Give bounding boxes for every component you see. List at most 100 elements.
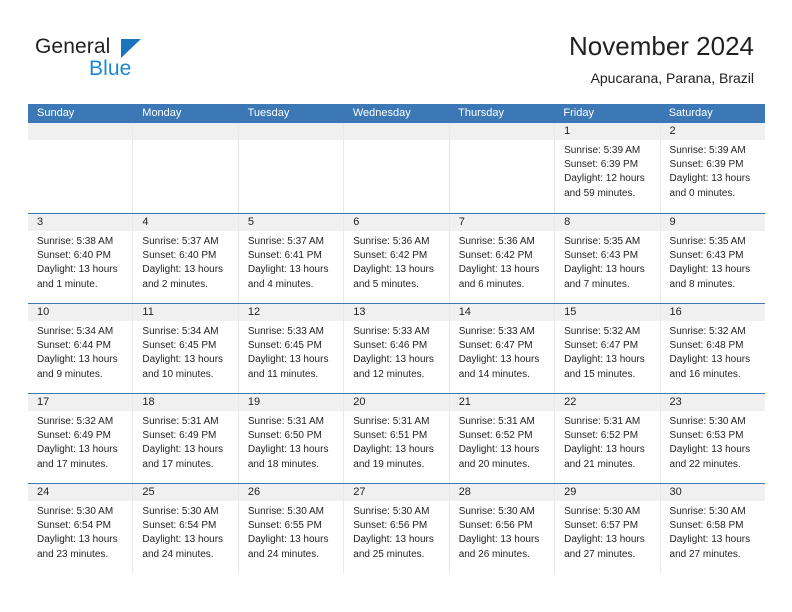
calendar-day-cell[interactable]: 29 Sunrise: 5:30 AM Sunset: 6:57 PM Dayligh… [555, 484, 661, 573]
sunset-text: Sunset: 6:43 PM [669, 250, 744, 262]
day-sun-info: Sunrise: 5:30 AM Sunset: 6:54 PM Daylight:… [28, 501, 132, 562]
daylight-text: Daylight: 13 hours and 9 minutes. [37, 354, 118, 380]
calendar-week-row: 1 Sunrise: 5:39 AM Sunset: 6:39 PM Daylight… [28, 123, 765, 213]
day-number: 16 [660, 304, 765, 321]
calendar-day-cell[interactable]: 23 Sunrise: 5:30 AM Sunset: 6:53 PM Dayligh… [660, 394, 765, 483]
calendar-day-cell[interactable]: 14 Sunrise: 5:33 AM Sunset: 6:47 PM Dayligh… [449, 304, 556, 393]
daylight-text: Daylight: 13 hours and 24 minutes. [247, 534, 329, 560]
sunrise-text: Sunrise: 5:30 AM [353, 506, 430, 517]
day-number: 4 [133, 214, 238, 231]
day-sun-info: Sunrise: 5:35 AM Sunset: 6:43 PM Daylight:… [555, 231, 659, 292]
daylight-text: Daylight: 13 hours and 26 minutes. [458, 534, 540, 560]
daylight-text: Daylight: 13 hours and 5 minutes. [353, 264, 434, 290]
calendar-day-cell[interactable]: 5 Sunrise: 5:37 AM Sunset: 6:41 PM Daylight… [238, 214, 345, 303]
day-sun-info: Sunrise: 5:30 AM Sunset: 6:53 PM Daylight:… [661, 411, 765, 472]
day-sun-info: Sunrise: 5:34 AM Sunset: 6:44 PM Daylight:… [28, 321, 132, 382]
sunrise-text: Sunrise: 5:30 AM [669, 506, 746, 517]
day-number: 3 [28, 214, 133, 231]
title-block: November 2024 Apucarana, Parana, Brazil [569, 30, 754, 88]
calendar-day-cell[interactable]: 16 Sunrise: 5:32 AM Sunset: 6:48 PM Dayligh… [660, 304, 765, 393]
sunset-text: Sunset: 6:54 PM [37, 520, 111, 532]
day-sun-info: Sunrise: 5:30 AM Sunset: 6:56 PM Daylight:… [344, 501, 448, 562]
day-number [133, 123, 238, 140]
calendar-day-cell[interactable]: 25 Sunrise: 5:30 AM Sunset: 6:54 PM Dayligh… [133, 484, 239, 573]
sunset-text: Sunset: 6:58 PM [669, 520, 744, 532]
calendar-grid: Sunday Monday Tuesday Wednesday Thursday Frid… [28, 104, 765, 573]
day-sun-info: Sunrise: 5:32 AM Sunset: 6:47 PM Daylight:… [555, 321, 659, 382]
day-sun-info: Sunrise: 5:32 AM Sunset: 6:48 PM Daylight:… [661, 321, 765, 382]
daylight-text: Daylight: 13 hours and 23 minutes. [37, 534, 118, 560]
day-number: 2 [660, 123, 765, 140]
daylight-text: Daylight: 13 hours and 6 minutes. [458, 264, 540, 290]
calendar-weeks: 1 Sunrise: 5:39 AM Sunset: 6:39 PM Daylight… [28, 123, 765, 573]
sunrise-text: Sunrise: 5:34 AM [37, 326, 114, 337]
calendar-day-cell[interactable]: 27 Sunrise: 5:30 AM Sunset: 6:56 PM Dayligh… [344, 484, 450, 573]
calendar-week-row: 24 Sunrise: 5:30 AM Sunset: 6:54 PM Dayligh… [28, 483, 765, 573]
sunrise-text: Sunrise: 5:33 AM [458, 326, 535, 337]
calendar-day-cell[interactable]: 10 Sunrise: 5:34 AM Sunset: 6:44 PM Dayligh… [28, 304, 134, 393]
calendar-day-cell[interactable]: 8 Sunrise: 5:35 AM Sunset: 6:43 PM Daylight… [555, 214, 661, 303]
calendar-day-cell[interactable]: 13 Sunrise: 5:33 AM Sunset: 6:46 PM Dayligh… [344, 304, 450, 393]
sunset-text: Sunset: 6:39 PM [564, 159, 639, 171]
calendar-day-cell[interactable]: 11 Sunrise: 5:34 AM Sunset: 6:45 PM Dayligh… [133, 304, 239, 393]
page-subtitle: Apucarana, Parana, Brazil [590, 70, 754, 86]
sunset-text: Sunset: 6:40 PM [37, 250, 111, 262]
daylight-text: Daylight: 13 hours and 2 minutes. [142, 264, 224, 290]
weekday-header-sunday: Sunday [37, 107, 75, 119]
calendar-day-cell[interactable]: 24 Sunrise: 5:30 AM Sunset: 6:54 PM Dayligh… [28, 484, 134, 573]
day-number: 26 [238, 484, 344, 501]
sunrise-text: Sunrise: 5:30 AM [669, 416, 746, 427]
sunrise-text: Sunrise: 5:31 AM [353, 416, 430, 427]
day-number [238, 123, 344, 140]
sunset-text: Sunset: 6:52 PM [564, 430, 639, 442]
calendar-day-cell[interactable]: 9 Sunrise: 5:35 AM Sunset: 6:43 PM Daylight… [660, 214, 765, 303]
calendar-day-cell[interactable]: 19 Sunrise: 5:31 AM Sunset: 6:50 PM Dayligh… [238, 394, 345, 483]
day-sun-info: Sunrise: 5:31 AM Sunset: 6:52 PM Daylight:… [450, 411, 554, 472]
sunset-text: Sunset: 6:56 PM [353, 520, 428, 532]
calendar-day-cell[interactable]: 20 Sunrise: 5:31 AM Sunset: 6:51 PM Dayligh… [344, 394, 450, 483]
day-number: 21 [449, 394, 555, 411]
calendar-day-cell[interactable]: 3 Sunrise: 5:38 AM Sunset: 6:40 PM Daylight… [28, 214, 134, 303]
sunrise-text: Sunrise: 5:39 AM [669, 145, 746, 156]
calendar-day-cell[interactable]: 17 Sunrise: 5:32 AM Sunset: 6:49 PM Dayligh… [28, 394, 134, 483]
day-sun-info: Sunrise: 5:30 AM Sunset: 6:56 PM Daylight:… [450, 501, 554, 562]
calendar-day-cell[interactable]: 28 Sunrise: 5:30 AM Sunset: 6:56 PM Dayligh… [449, 484, 556, 573]
day-number: 7 [449, 214, 555, 231]
day-sun-info: Sunrise: 5:33 AM Sunset: 6:46 PM Daylight:… [344, 321, 448, 382]
brand-logo[interactable]: General Blue [35, 36, 255, 86]
calendar-day-cell[interactable]: 26 Sunrise: 5:30 AM Sunset: 6:55 PM Dayligh… [238, 484, 345, 573]
daylight-text: Daylight: 13 hours and 27 minutes. [669, 534, 751, 560]
sunset-text: Sunset: 6:57 PM [564, 520, 639, 532]
calendar-day-cell[interactable]: 2 Sunrise: 5:39 AM Sunset: 6:39 PM Daylight… [660, 123, 765, 213]
weekday-header-saturday: Saturday [668, 107, 713, 119]
daylight-text: Daylight: 13 hours and 22 minutes. [669, 444, 751, 470]
sunrise-text: Sunrise: 5:30 AM [458, 506, 535, 517]
brand-name-blue: Blue [89, 57, 132, 80]
calendar-day-cell[interactable]: 15 Sunrise: 5:32 AM Sunset: 6:47 PM Dayligh… [555, 304, 661, 393]
calendar-day-cell-empty [133, 123, 239, 213]
calendar-day-cell[interactable]: 7 Sunrise: 5:36 AM Sunset: 6:42 PM Daylight… [449, 214, 556, 303]
calendar-day-cell[interactable]: 12 Sunrise: 5:33 AM Sunset: 6:45 PM Dayligh… [238, 304, 345, 393]
sunrise-text: Sunrise: 5:38 AM [37, 236, 114, 247]
day-number: 29 [555, 484, 660, 501]
day-number: 19 [238, 394, 344, 411]
calendar-day-cell[interactable]: 22 Sunrise: 5:31 AM Sunset: 6:52 PM Dayligh… [555, 394, 661, 483]
daylight-text: Daylight: 13 hours and 12 minutes. [353, 354, 434, 380]
calendar-day-cell[interactable]: 18 Sunrise: 5:31 AM Sunset: 6:49 PM Dayligh… [133, 394, 239, 483]
sunset-text: Sunset: 6:54 PM [142, 520, 217, 532]
day-number [344, 123, 449, 140]
calendar-week-row: 10 Sunrise: 5:34 AM Sunset: 6:44 PM Dayligh… [28, 303, 765, 393]
day-number: 14 [449, 304, 555, 321]
daylight-text: Daylight: 13 hours and 20 minutes. [458, 444, 540, 470]
calendar-day-cell[interactable]: 21 Sunrise: 5:31 AM Sunset: 6:52 PM Dayligh… [449, 394, 556, 483]
calendar-day-cell[interactable]: 4 Sunrise: 5:37 AM Sunset: 6:40 PM Daylight… [133, 214, 239, 303]
calendar-day-cell[interactable]: 6 Sunrise: 5:36 AM Sunset: 6:42 PM Daylight… [344, 214, 450, 303]
weekday-header-row: Sunday Monday Tuesday Wednesday Thursday Frid… [28, 104, 765, 123]
calendar-day-cell[interactable]: 30 Sunrise: 5:30 AM Sunset: 6:58 PM Dayligh… [660, 484, 765, 573]
sunrise-text: Sunrise: 5:32 AM [37, 416, 114, 427]
general-blue-triangle-icon [121, 39, 141, 58]
day-number: 8 [555, 214, 660, 231]
daylight-text: Daylight: 13 hours and 10 minutes. [142, 354, 224, 380]
calendar-day-cell[interactable]: 1 Sunrise: 5:39 AM Sunset: 6:39 PM Daylight… [555, 123, 661, 213]
sunrise-text: Sunrise: 5:34 AM [142, 326, 219, 337]
